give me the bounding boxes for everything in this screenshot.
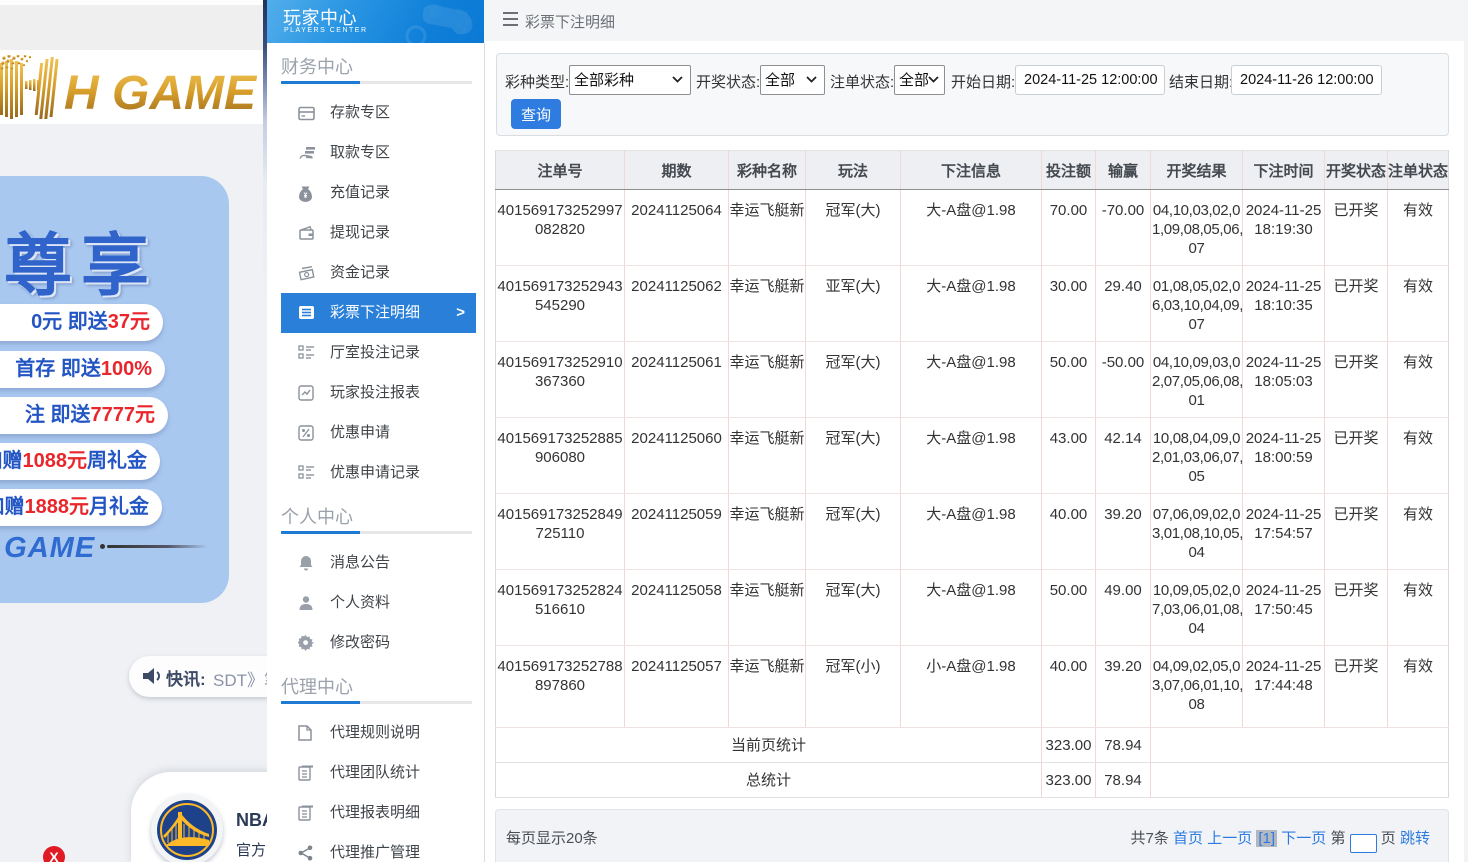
svg-text:H GAME: H GAME: [64, 67, 258, 119]
